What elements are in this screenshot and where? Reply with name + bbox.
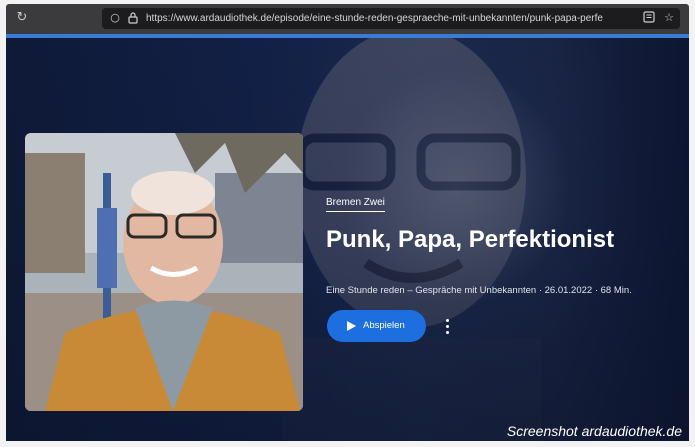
play-button[interactable]: Abspielen bbox=[327, 310, 426, 342]
cover-photo bbox=[25, 133, 303, 411]
play-icon bbox=[347, 321, 356, 331]
circle-icon: ○ bbox=[110, 11, 120, 24]
lock-icon[interactable] bbox=[126, 11, 140, 25]
station-link[interactable]: Bremen Zwei bbox=[326, 196, 385, 212]
episode-meta: Eine Stunde reden – Gespräche mit Unbeka… bbox=[326, 285, 632, 296]
address-bar[interactable]: ○ https://www.ardaudiothek.de/episode/ei… bbox=[102, 8, 680, 29]
play-button-label: Abspielen bbox=[363, 320, 405, 331]
episode-hero: Bremen Zwei Punk, Papa, Perfektionist Ei… bbox=[6, 38, 689, 441]
screenshot-caption: Screenshot ardaudiothek.de bbox=[506, 423, 682, 439]
url-text[interactable]: https://www.ardaudiothek.de/episode/eine… bbox=[146, 11, 634, 26]
browser-toolbar: ↻ ○ https://www.ardaudiothek.de/episode/… bbox=[6, 4, 689, 34]
reader-icon[interactable] bbox=[642, 11, 656, 25]
reload-icon[interactable]: ↻ bbox=[14, 10, 30, 26]
episode-title: Punk, Papa, Perfektionist bbox=[326, 226, 615, 253]
bookmark-star-icon[interactable]: ☆ bbox=[662, 11, 676, 25]
more-options-icon[interactable] bbox=[439, 316, 457, 336]
episode-cover-image[interactable] bbox=[25, 133, 303, 411]
screenshot-frame: ↻ ○ https://www.ardaudiothek.de/episode/… bbox=[0, 0, 695, 447]
